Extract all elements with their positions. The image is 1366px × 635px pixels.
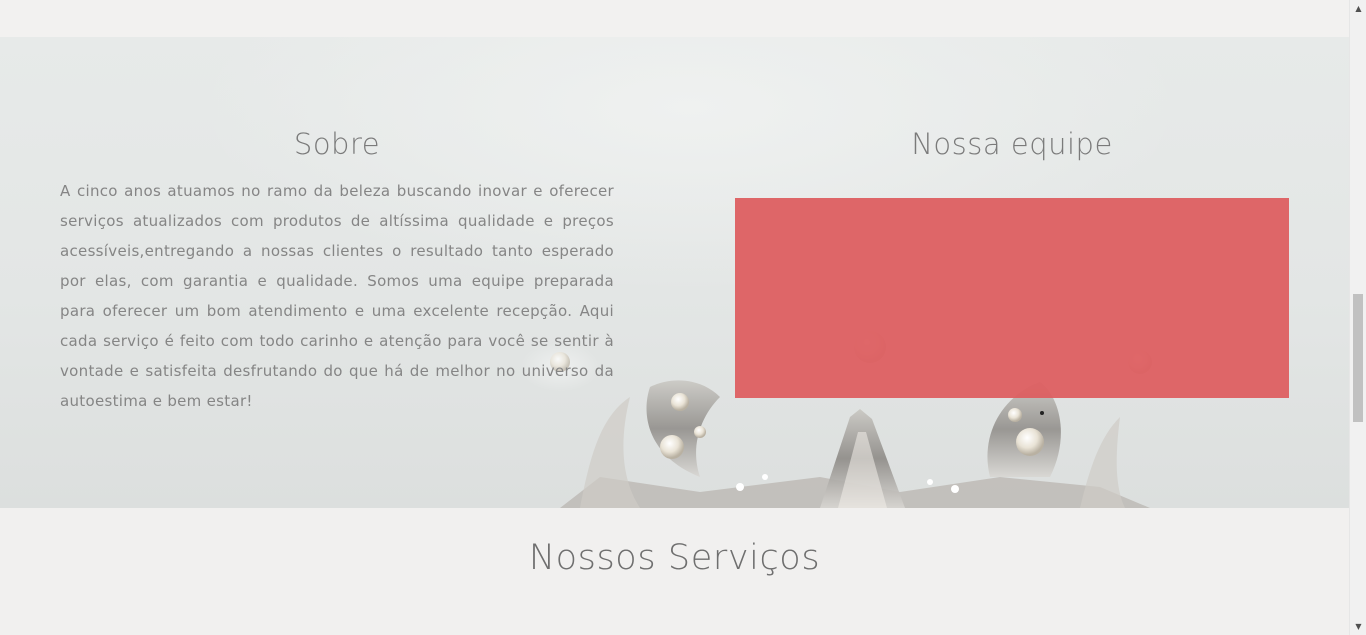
scroll-up-arrow-icon[interactable]: ▲ — [1350, 0, 1366, 17]
team-video-placeholder[interactable] — [735, 198, 1289, 398]
about-heading: Sobre — [293, 127, 381, 161]
page-viewport: Sobre A cinco anos atuamos no ramo da be… — [0, 0, 1349, 635]
about-paragraph: A cinco anos atuamos no ramo da beleza b… — [60, 182, 614, 410]
services-heading: Nossos Serviços — [528, 538, 821, 578]
scroll-down-arrow-icon[interactable]: ▼ — [1350, 618, 1366, 635]
about-section: Sobre A cinco anos atuamos no ramo da be… — [0, 37, 1349, 508]
previous-section-strip — [0, 0, 1349, 37]
team-heading: Nossa equipe — [911, 127, 1113, 161]
scrollbar-thumb[interactable] — [1353, 294, 1363, 422]
vertical-scrollbar[interactable]: ▲ ▼ — [1349, 0, 1366, 635]
